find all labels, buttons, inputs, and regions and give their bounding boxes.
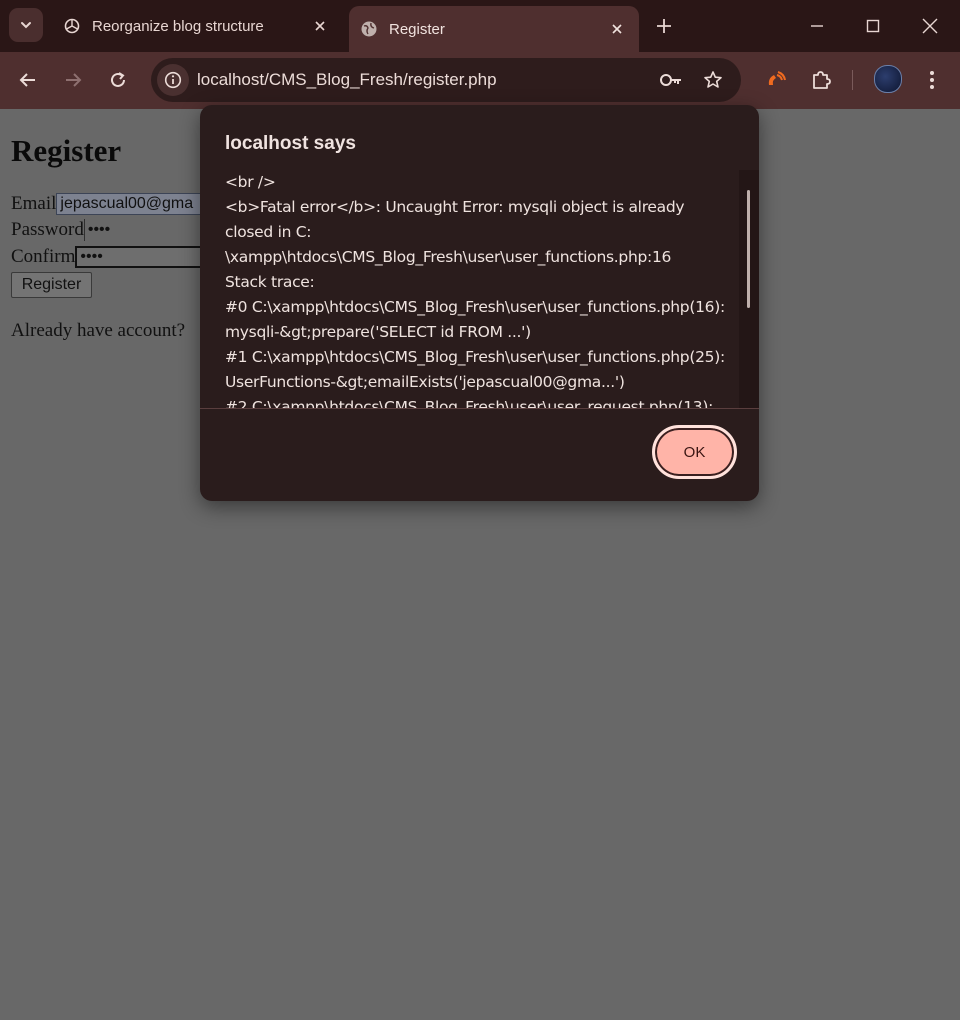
- plus-icon: [657, 19, 671, 33]
- message-line: #2 C:\xampp\htdocs\CMS_Blog_Fresh\user\u…: [225, 398, 714, 408]
- message-line: #0 C:\xampp\htdocs\CMS_Blog_Fresh\user\u…: [225, 298, 725, 316]
- site-info-icon[interactable]: [157, 64, 189, 96]
- message-line: \xampp\htdocs\CMS_Blog_Fresh\user\user_f…: [225, 248, 672, 266]
- maximize-icon: [866, 19, 880, 33]
- url-text[interactable]: localhost/CMS_Blog_Fresh/register.php: [197, 70, 497, 90]
- profile-avatar[interactable]: [874, 65, 902, 93]
- password-label: Password: [11, 219, 84, 240]
- message-line: closed in C:: [225, 223, 312, 241]
- maximize-button[interactable]: [859, 12, 887, 40]
- confirm-label: Confirm: [11, 246, 76, 267]
- message-scrollbar[interactable]: [739, 170, 759, 408]
- password-field[interactable]: ••••: [83, 219, 204, 241]
- globe-icon: [359, 19, 379, 39]
- toolbar-divider: [852, 70, 853, 90]
- password-row: Password ••••: [11, 219, 204, 241]
- chatgpt-icon: [62, 16, 82, 36]
- arrow-left-icon: [19, 73, 35, 87]
- dialog-title: localhost says: [225, 133, 356, 154]
- confirm-row: Confirm ••••: [11, 246, 206, 268]
- new-tab-button[interactable]: [652, 14, 676, 38]
- dialog-divider: [200, 408, 759, 409]
- minimize-button[interactable]: [803, 12, 831, 40]
- back-button[interactable]: [13, 65, 43, 95]
- already-have-account-text: Already have account?: [11, 320, 186, 341]
- chevron-down-icon: [21, 22, 31, 29]
- register-button[interactable]: Register: [11, 272, 92, 298]
- tab-title: Register: [389, 20, 445, 38]
- tab-register[interactable]: Register: [349, 6, 639, 52]
- ok-button[interactable]: OK: [652, 425, 737, 479]
- page-title: Register: [11, 133, 122, 168]
- arrow-right-icon: [66, 73, 82, 87]
- dialog-message: <br /> <b>Fatal error</b>: Uncaught Erro…: [225, 170, 735, 408]
- browser-toolbar: localhost/CMS_Blog_Fresh/register.php: [0, 52, 960, 109]
- message-line: <b>Fatal error</b>: Uncaught Error: mysq…: [225, 198, 685, 216]
- tab-reorganize[interactable]: Reorganize blog structure: [52, 6, 342, 46]
- close-window-button[interactable]: [916, 12, 944, 40]
- tab-title: Reorganize blog structure: [92, 17, 264, 35]
- bookmark-star-icon[interactable]: [700, 68, 726, 92]
- alert-dialog: localhost says <br /> <b>Fatal error</b>…: [200, 105, 759, 501]
- tab-strip: Reorganize blog structure Register: [0, 0, 960, 52]
- close-icon[interactable]: [605, 17, 629, 41]
- message-line: #1 C:\xampp\htdocs\CMS_Blog_Fresh\user\u…: [225, 348, 725, 366]
- scrollbar-thumb[interactable]: [747, 190, 750, 308]
- address-bar[interactable]: localhost/CMS_Blog_Fresh/register.php: [151, 58, 741, 102]
- extensions-puzzle-icon[interactable]: [806, 65, 836, 95]
- password-key-icon[interactable]: [658, 68, 684, 92]
- close-icon: [922, 18, 938, 34]
- menu-kebab-icon[interactable]: [917, 65, 947, 95]
- extension-orange-icon[interactable]: [761, 65, 791, 95]
- reload-icon: [111, 72, 125, 87]
- email-row: Email jepascual00@gma: [11, 193, 207, 215]
- confirm-password-field[interactable]: ••••: [75, 246, 206, 268]
- reload-button[interactable]: [103, 65, 133, 95]
- message-line: mysqli-&gt;prepare('SELECT id FROM ...'): [225, 323, 531, 341]
- minimize-icon: [811, 25, 823, 27]
- tab-search-button[interactable]: [9, 8, 43, 42]
- message-line: Stack trace:: [225, 273, 315, 291]
- forward-button[interactable]: [58, 65, 88, 95]
- close-icon[interactable]: [308, 14, 332, 38]
- email-label: Email: [11, 193, 57, 214]
- email-field[interactable]: jepascual00@gma: [56, 193, 207, 215]
- message-line: <br />: [225, 173, 276, 191]
- message-line: UserFunctions-&gt;emailExists('jepascual…: [225, 373, 625, 391]
